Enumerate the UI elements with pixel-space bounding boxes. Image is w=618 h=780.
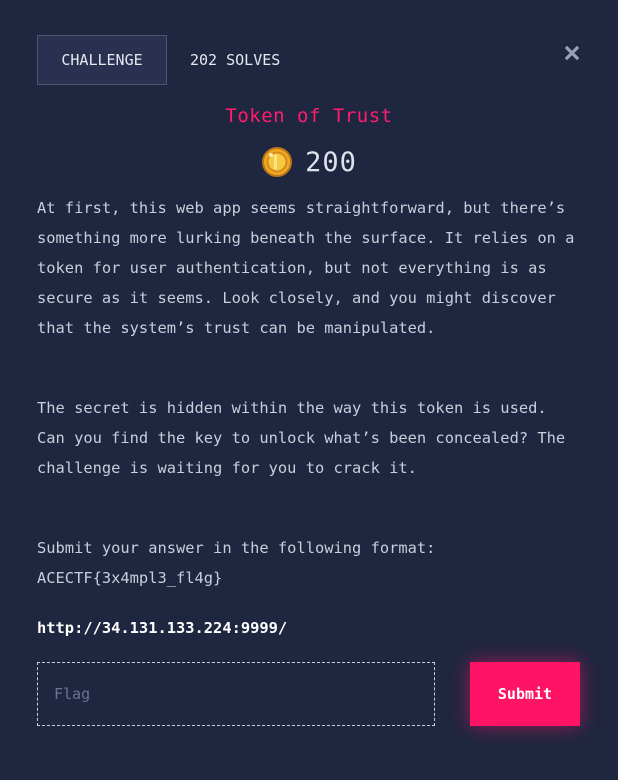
tab-solves[interactable]: 202 SOLVES <box>190 35 280 85</box>
challenge-url: http://34.131.133.224:9999/ <box>37 619 288 637</box>
coin-icon <box>262 147 293 177</box>
submit-button[interactable]: Submit <box>470 662 580 726</box>
points-display: 200 <box>0 146 618 178</box>
close-x-icon <box>565 46 579 60</box>
flag-input[interactable] <box>37 662 435 726</box>
tab-challenge[interactable]: CHALLENGE <box>37 35 167 85</box>
points-value: 200 <box>305 146 357 178</box>
flag-format-note: Submit your answer in the following form… <box>37 539 436 587</box>
close-button[interactable] <box>562 43 582 63</box>
challenge-title: Token of Trust <box>225 105 393 127</box>
description-paragraph: The secret is hidden within the way this… <box>37 399 566 477</box>
description-paragraph: At first, this web app seems straightfor… <box>37 199 575 337</box>
challenge-modal: CHALLENGE 202 SOLVES Token of Trust 200 … <box>0 0 618 780</box>
